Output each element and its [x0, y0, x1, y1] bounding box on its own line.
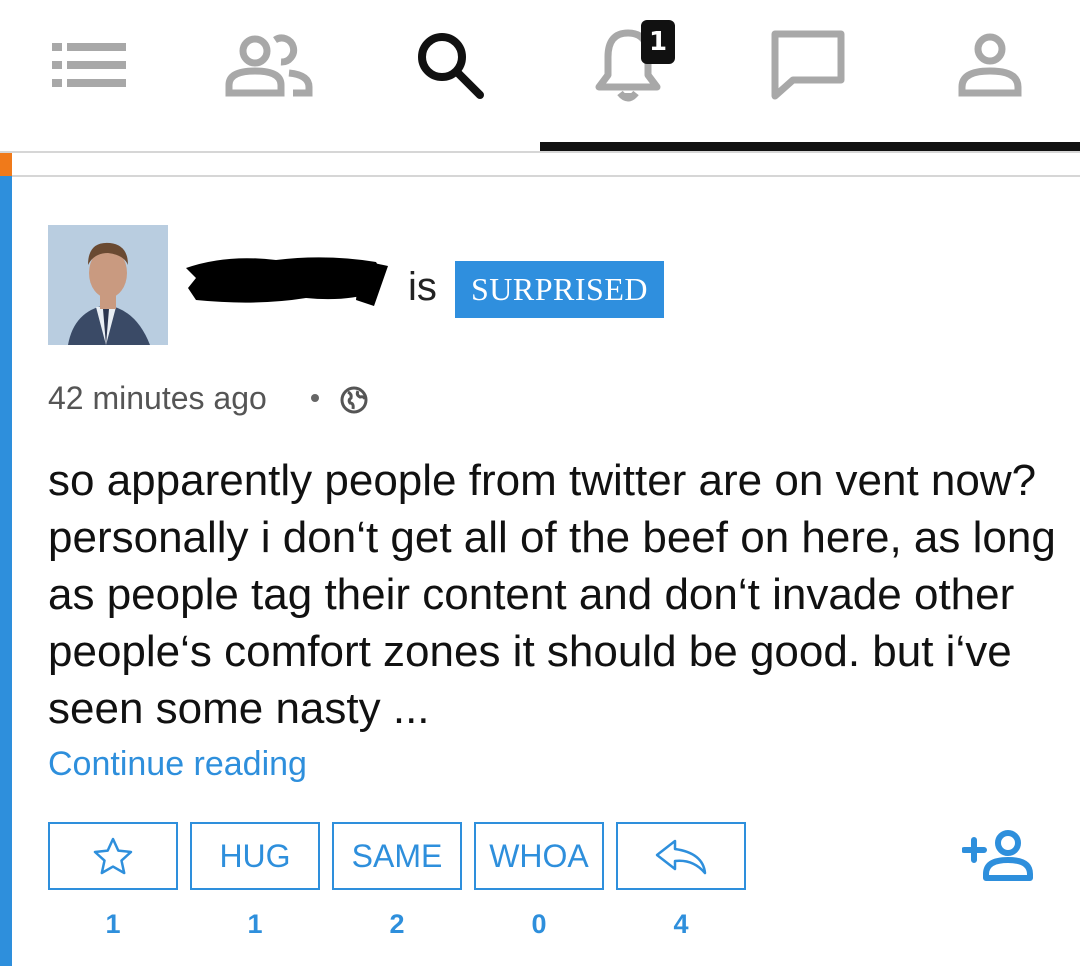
continue-reading-link[interactable]: Continue reading [48, 742, 307, 786]
user-icon [958, 33, 1022, 97]
separator-dot [311, 394, 319, 402]
status-verb: is [408, 265, 437, 309]
hug-count: 1 [247, 909, 263, 939]
mood-badge[interactable]: SURPRISED [455, 261, 664, 318]
whoa-button[interactable]: WHOA [474, 822, 604, 890]
nav-messages[interactable] [753, 20, 863, 110]
favorite-count: 1 [105, 909, 121, 939]
nav-search[interactable] [395, 20, 505, 110]
notification-badge: 1 [641, 20, 675, 64]
divider [12, 175, 1080, 177]
reply-count: 4 [673, 909, 689, 939]
reply-button[interactable] [616, 822, 746, 890]
globe-icon [340, 386, 368, 414]
add-friend-icon [961, 830, 1033, 881]
username-redacted[interactable] [180, 250, 395, 312]
divider [0, 151, 1080, 153]
whoa-count: 0 [531, 909, 547, 939]
nav-profile[interactable] [935, 20, 1045, 110]
post-timestamp[interactable]: 42 minutes ago [48, 376, 267, 420]
post-body: so apparently people from twitter are on… [48, 456, 1056, 733]
hug-button[interactable]: HUG [190, 822, 320, 890]
chat-icon [771, 30, 845, 100]
nav-menu[interactable] [34, 20, 144, 110]
post-accent-stripe [0, 176, 12, 966]
reply-icon [655, 839, 707, 875]
same-count: 2 [389, 909, 405, 939]
search-icon [418, 33, 484, 99]
menu-icon [52, 43, 126, 87]
add-friend-button[interactable] [961, 828, 1034, 887]
people-icon [225, 34, 313, 97]
nav-people[interactable] [215, 20, 325, 110]
favorite-button[interactable] [48, 822, 178, 890]
top-navigation: 1 [0, 0, 1080, 150]
avatar[interactable] [48, 225, 168, 345]
orange-marker [0, 153, 12, 176]
same-button[interactable]: SAME [332, 822, 462, 890]
star-icon [93, 837, 133, 875]
